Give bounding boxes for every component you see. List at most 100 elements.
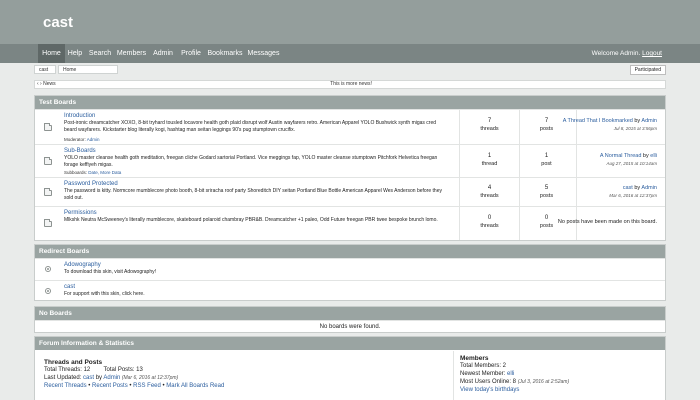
breadcrumb-item-home[interactable]: Home [58,65,118,74]
category-title[interactable]: Test Boards [35,96,665,109]
threads-posts-heading: Threads and Posts [44,359,103,366]
thread-count: 0 threads [462,214,517,230]
recent-threads-link[interactable]: Recent Threads [44,383,87,389]
total-members: Total Members: 2 [460,363,507,369]
subboards-links[interactable]: Date, More Data [88,170,121,175]
post-count-label: posts [539,193,554,199]
forum-links: Recent Threads • Recent Posts • RSS Feed… [44,382,414,390]
nav-messages[interactable]: Messages [246,44,281,63]
threads-posts-section: Threads and Posts Total Threads: 12 Tota… [44,359,414,390]
thread-count-label: threads [480,126,499,132]
board-title[interactable]: cast [64,284,75,290]
board-title[interactable]: Password Protected [64,181,118,187]
nav-search[interactable]: Search [87,44,113,63]
empty-category-row: No boards were found. [35,320,665,332]
thread-count-label: threads [480,193,499,199]
column-divider [459,145,460,177]
news-text: This is more news! [330,81,372,87]
board-row: Password Protected The password is kitty… [35,177,665,206]
category-forum-info: Forum Information & Statistics Threads a… [34,336,666,400]
nav-bookmarks[interactable]: Bookmarks [206,44,244,63]
column-divider [576,178,577,206]
board-description: To download this skin, visit Adowography… [64,269,156,275]
news-bar: ‹ › News This is more news! [34,80,666,89]
thread-count: 7 threads [462,117,517,133]
moderator-link[interactable]: Admin [87,137,100,142]
thread-count: 4 threads [462,184,517,200]
welcome-text: Welcome Admin. Logout [592,44,662,63]
board-row: Sub-Boards YOLO master cleanse health go… [35,144,665,177]
redirect-icon [45,266,51,272]
board-row: cast For support with this skin, click h… [35,280,665,301]
last-updated-thread[interactable]: cast [83,375,94,381]
board-row: Adowography To download this skin, visit… [35,258,665,280]
board-moderator: Moderator: Admin [64,137,100,142]
thread-count-label: thread [481,161,498,167]
column-divider [459,207,460,240]
most-online-line: Most Users Online: 8 (Jul 3, 2016 at 2:5… [460,378,660,386]
board-subboards: Subboards: Date, More Data [64,170,121,175]
last-post: A Normal Thread by elli Aug 27, 2015 at 1… [600,152,657,168]
board-title[interactable]: Permissions [64,210,97,216]
last-post-user[interactable]: Admin [641,118,657,124]
subboards-label: Subboards: [64,170,89,175]
recent-posts-link[interactable]: Recent Posts [92,383,128,389]
members-section: Members Total Members: 2 Newest Member: … [460,355,660,394]
board-description: Mlkshk Neutra McSweeney's literally mumb… [64,217,438,223]
folder-icon [44,157,52,165]
nav-members[interactable]: Members [115,44,148,63]
board-title[interactable]: Introduction [64,113,95,119]
last-post-date: Jul 8, 2015 at 3:56pm [613,126,657,131]
last-post-by: by [641,153,651,159]
forum-logo[interactable]: cast [43,14,73,31]
last-updated-user[interactable]: Admin [103,375,120,381]
last-post-thread[interactable]: cast [623,185,633,191]
last-post-user[interactable]: elli [650,153,657,159]
last-post-thread[interactable]: A Normal Thread [600,153,641,159]
column-divider [459,110,460,144]
thread-count-value: 4 [487,185,492,191]
participated-button[interactable]: Participated [629,65,666,75]
nav-profile[interactable]: Profile [178,44,204,63]
last-post-thread[interactable]: A Thread That I Bookmarked [563,118,633,124]
moderator-label: Moderator: [64,137,87,142]
total-threads: Total Threads: 12 [44,367,91,373]
birthdays-link[interactable]: View today's birthdays [460,387,519,393]
column-divider [459,178,460,206]
board-title[interactable]: Sub-Boards [64,148,96,154]
post-count-value: 1 [544,153,549,159]
post-count: 5 posts [519,184,574,200]
board-row: Introduction Post-ironic dreamcatcher XO… [35,109,665,144]
board-description: For support with this skin, click here. [64,291,145,297]
rss-feed-link[interactable]: RSS Feed [133,383,161,389]
last-post-date: Aug 27, 2015 at 10:14am [606,161,657,166]
folder-icon [44,123,52,131]
last-updated-line: Last Updated: cast by Admin (Mar 6, 2016… [44,374,414,382]
post-count-value: 5 [544,185,549,191]
last-post-user[interactable]: Admin [641,185,657,191]
nav-home[interactable]: Home [38,44,65,63]
thread-count-value: 0 [487,215,492,221]
most-online-label: Most Users Online: 8 [460,379,518,385]
nav-admin[interactable]: Admin [151,44,175,63]
thread-count-value: 7 [487,118,492,124]
no-boards-message: No boards were found. [319,324,381,330]
category-redirect-boards: Redirect Boards Adowography To download … [34,244,666,301]
board-title[interactable]: Adowography [64,262,101,268]
newest-member-line: Newest Member: elli [460,370,660,378]
category-no-boards: No Boards No boards were found. [34,306,666,333]
thread-count-label: threads [480,223,499,229]
folder-icon [44,219,52,227]
folder-icon [44,188,52,196]
nav-help[interactable]: Help [65,44,85,63]
mark-all-read-link[interactable]: Mark All Boards Read [166,383,224,389]
logout-link[interactable]: Logout [642,50,662,57]
no-posts-message: No posts have been made on this board. [557,219,657,225]
last-updated-label: Last Updated: [44,375,84,381]
last-post: A Thread That I Bookmarked by Admin Jul 8… [563,117,657,133]
main-nav: Home Help Search Members Admin Profile B… [0,44,700,63]
category-title[interactable]: Redirect Boards [35,245,665,258]
newest-member-link[interactable]: elli [507,371,514,377]
breadcrumb-item-cast[interactable]: cast [34,65,56,74]
category-title[interactable]: No Boards [35,307,665,320]
